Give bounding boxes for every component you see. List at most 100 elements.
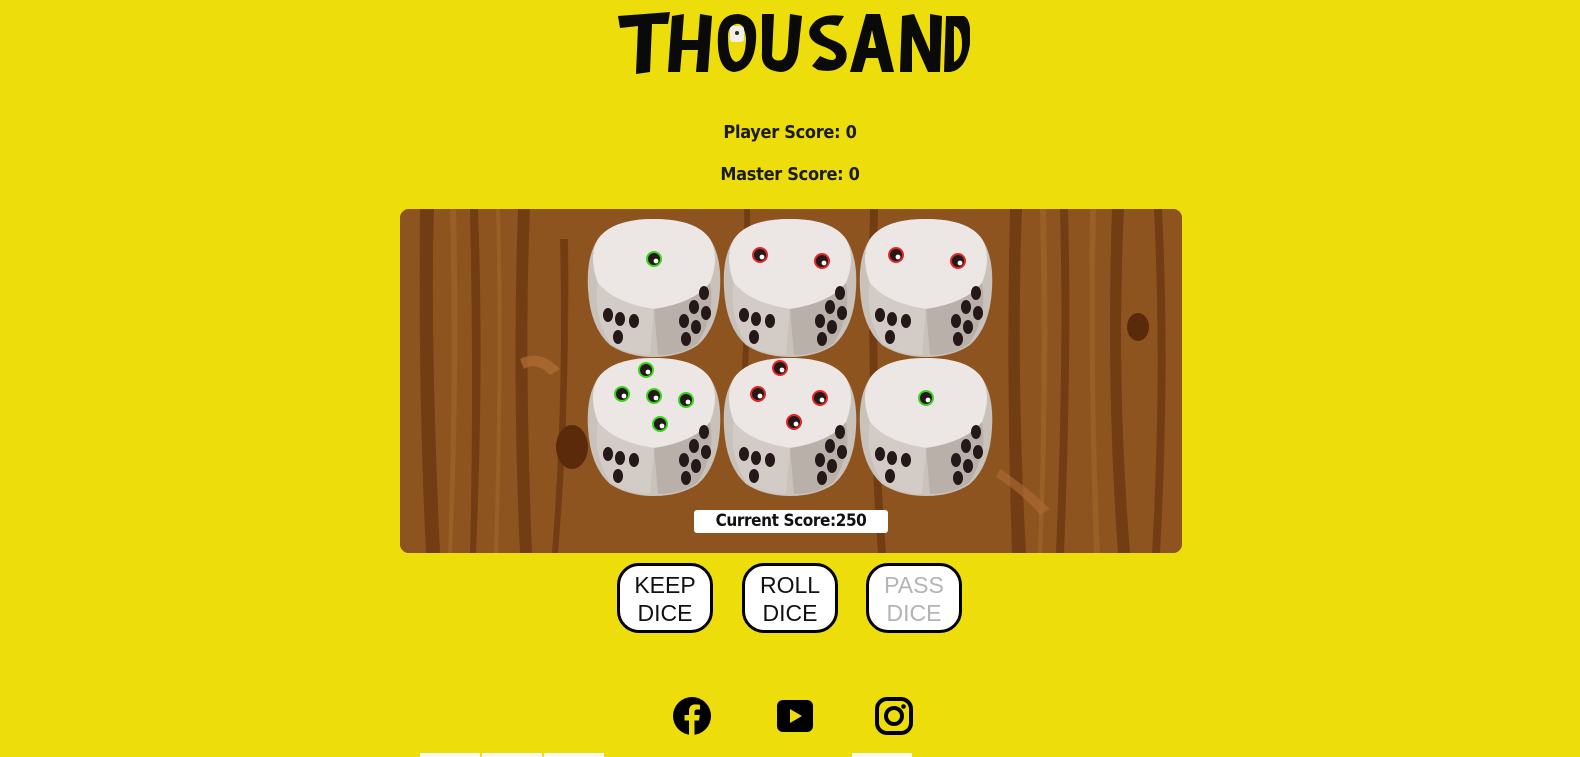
die-pip (752, 247, 768, 263)
die-side-pip (961, 439, 971, 453)
die-side-pip (679, 314, 689, 328)
die-pip-highlight (757, 393, 763, 399)
die-side-pip (963, 320, 973, 334)
die-pip-highlight (819, 397, 825, 403)
die-side-pip (613, 330, 623, 344)
die-pip (812, 390, 828, 406)
die-side-pip (885, 330, 895, 344)
die-side-pip (615, 312, 625, 326)
die-side-pip (875, 447, 885, 461)
die-pip-highlight (821, 260, 827, 266)
die-2[interactable] (722, 217, 858, 357)
die-side-pip (751, 312, 761, 326)
die-side-pip (875, 308, 885, 322)
die-side-pip (681, 471, 691, 485)
die-side-pip (699, 425, 709, 439)
die-side-pip (963, 459, 973, 473)
die-side-pip (739, 308, 749, 322)
die-side-pip (765, 453, 775, 467)
player-score-label: Player Score: (723, 122, 846, 143)
die-side-pip (815, 314, 825, 328)
die-5[interactable] (722, 356, 858, 496)
die-side-pip (749, 330, 759, 344)
die-side-pip (953, 471, 963, 485)
facebook-icon[interactable] (672, 696, 712, 736)
master-score: Master Score: 0 (0, 164, 1580, 185)
die-pip (646, 388, 662, 404)
die-side-pip (887, 312, 897, 326)
die-side-pip (837, 306, 847, 320)
die-side-pip (825, 439, 835, 453)
pass-dice-line2: DICE (886, 600, 942, 626)
die-pip (888, 247, 904, 263)
die-4[interactable] (586, 356, 722, 496)
die-pip-highlight (659, 423, 665, 429)
die-side-pip (701, 306, 711, 320)
die-pip-highlight (957, 260, 963, 266)
current-score: Current Score:250 (694, 510, 888, 533)
die-pip (646, 251, 662, 267)
player-score-value: 0 (845, 122, 857, 143)
die-side-pip (603, 447, 613, 461)
bottom-bar-segment (420, 753, 480, 757)
die-side-pip (973, 306, 983, 320)
die-side-pip (629, 314, 639, 328)
bottom-bar-segment (544, 753, 604, 757)
die-pip (772, 360, 788, 376)
instagram-icon[interactable] (874, 696, 914, 736)
die-6[interactable] (858, 356, 994, 496)
current-score-label: Current Score: (715, 511, 837, 531)
die-pip-highlight (779, 367, 785, 373)
youtube-icon[interactable] (775, 696, 815, 736)
die-side-pip (835, 286, 845, 300)
dice-board: Current Score:250 (400, 209, 1182, 553)
die-side-pip (689, 300, 699, 314)
die-pip-highlight (653, 395, 659, 401)
die-side-pip (953, 332, 963, 346)
die-side-pip (603, 308, 613, 322)
die-side-pip (951, 453, 961, 467)
die-side-pip (739, 447, 749, 461)
die-pip-highlight (621, 393, 627, 399)
die-pip (786, 414, 802, 430)
die-pip (652, 416, 668, 432)
die-side-pip (885, 469, 895, 483)
die-side-pip (765, 314, 775, 328)
die-side-pip (887, 451, 897, 465)
die-pip (814, 253, 830, 269)
roll-dice-button[interactable]: ROLL DICE (742, 563, 838, 633)
player-score: Player Score: 0 (0, 122, 1580, 143)
die-side-pip (679, 453, 689, 467)
pass-dice-line1: PASS (884, 572, 944, 598)
die-pip-highlight (925, 397, 931, 403)
die-side-pip (629, 453, 639, 467)
bottom-bar-segment (482, 753, 542, 757)
die-side-pip (699, 286, 709, 300)
die-side-pip (973, 445, 983, 459)
die-side-pip (971, 286, 981, 300)
die-side-pip (901, 453, 911, 467)
die-pip (950, 253, 966, 269)
keep-dice-line2: DICE (637, 600, 693, 626)
die-side-pip (749, 469, 759, 483)
die-side-pip (691, 320, 701, 334)
die-side-pip (971, 425, 981, 439)
keep-dice-button[interactable]: KEEP DICE (617, 563, 713, 633)
die-side-pip (901, 314, 911, 328)
die-side-pip (691, 459, 701, 473)
die-side-pip (815, 453, 825, 467)
die-side-pip (615, 451, 625, 465)
die-side-pip (817, 332, 827, 346)
die-1[interactable] (586, 217, 722, 357)
die-side-pip (825, 300, 835, 314)
die-side-pip (681, 332, 691, 346)
die-side-pip (613, 469, 623, 483)
die-pip-highlight (685, 399, 691, 405)
die-side-pip (951, 314, 961, 328)
die-pip-highlight (645, 369, 651, 375)
die-pip (750, 386, 766, 402)
die-3[interactable] (858, 217, 994, 357)
master-score-label: Master Score: (720, 164, 849, 185)
pass-dice-button[interactable]: PASS DICE (866, 563, 962, 633)
die-side-pip (689, 439, 699, 453)
